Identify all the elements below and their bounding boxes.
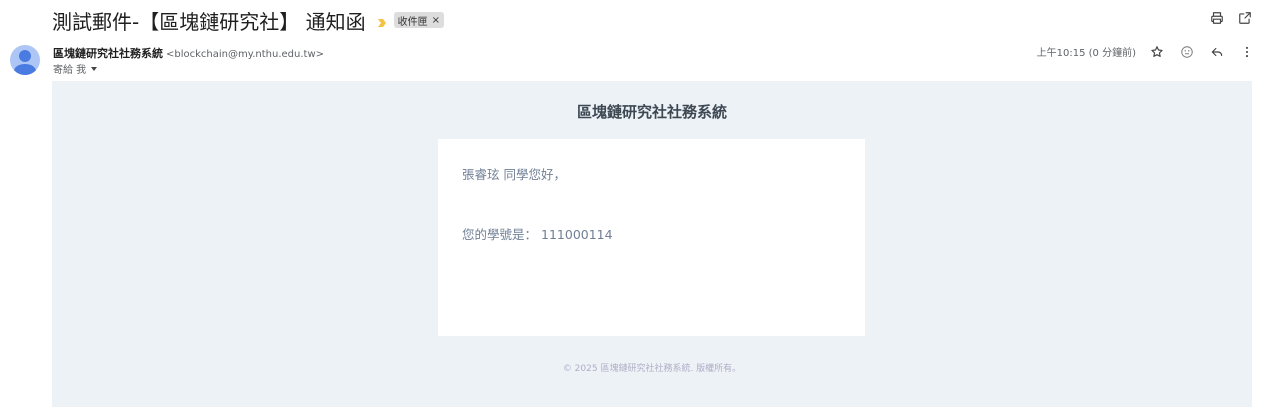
email-body: 區塊鏈研究社社務系統 張睿玹 同學您好， 您的學號是： 111000114 © 2… — [52, 81, 1252, 407]
sender-email: <blockchain@my.nthu.edu.tw> — [166, 49, 325, 60]
open-in-new-icon[interactable] — [1238, 11, 1252, 25]
student-id-label: 您的學號是： — [462, 227, 538, 242]
chevron-down-icon[interactable] — [91, 66, 98, 71]
message-actions — [1150, 45, 1254, 59]
print-icon[interactable] — [1210, 11, 1224, 25]
body-footer: © 2025 區塊鏈研究社社務系統. 版權所有。 — [562, 364, 742, 374]
reply-icon[interactable] — [1210, 45, 1224, 59]
star-icon[interactable] — [1150, 45, 1164, 59]
message-card: 張睿玹 同學您好， 您的學號是： 111000114 — [438, 139, 865, 336]
label-chip-text: 收件匣 — [397, 16, 428, 28]
body-header: 區塊鏈研究社社務系統 — [576, 103, 727, 121]
subject-row: 測試郵件-【區塊鏈研究社】 通知函 收件匣 × — [52, 6, 444, 34]
sender-name[interactable]: 區塊鏈研究社社務系統 — [53, 45, 163, 61]
label-chip-inbox[interactable]: 收件匣 × — [393, 12, 444, 28]
email-timestamp: 上午10:15 (0 分鐘前) — [1036, 48, 1136, 59]
importance-marker-icon[interactable] — [376, 14, 388, 27]
student-id-line: 您的學號是： 111000114 — [462, 224, 613, 243]
meta-row: 上午10:15 (0 分鐘前) — [1037, 44, 1254, 59]
email-subject: 測試郵件-【區塊鏈研究社】 通知函 — [52, 9, 366, 34]
recipient-text: 寄給 我 — [53, 65, 87, 76]
sender-avatar[interactable] — [10, 45, 40, 75]
emoji-icon[interactable] — [1180, 45, 1194, 59]
more-vert-icon[interactable] — [1240, 45, 1254, 59]
top-actions — [1210, 11, 1252, 25]
recipient-details-toggle[interactable]: 寄給 我 — [53, 61, 98, 76]
close-icon[interactable]: × — [432, 15, 440, 26]
student-id-value: 111000114 — [541, 227, 613, 242]
greeting-text: 張睿玹 同學您好， — [462, 167, 566, 182]
sender-row: 區塊鏈研究社社務系統 <blockchain@my.nthu.edu.tw> — [53, 45, 324, 61]
